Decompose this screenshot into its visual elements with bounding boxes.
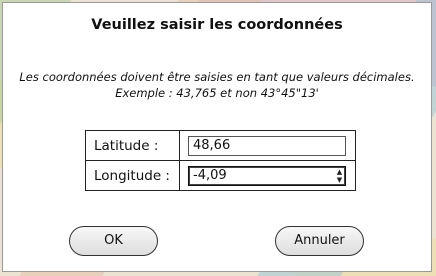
latitude-value: 48,66 [193,137,231,153]
dialog-title: Veuillez saisir les coordonnées [91,17,343,33]
latitude-row: Latitude : 48,66 [85,130,356,161]
longitude-label: Longitude : [85,160,180,191]
longitude-value: -4,09 [193,167,227,183]
coordinates-table: Latitude : 48,66 Longitude : -4,09 ▲ ▼ [85,130,356,191]
dialog-message: Les coordonnées doivent être saisies en … [3,69,431,101]
latitude-input[interactable]: 48,66 [188,135,346,156]
longitude-input[interactable]: -4,09 ▲ ▼ [188,165,346,186]
latitude-label: Latitude : [85,130,180,161]
longitude-row: Longitude : -4,09 ▲ ▼ [85,160,356,191]
ok-button[interactable]: OK [69,226,158,256]
coordinates-dialog: Veuillez saisir les coordonnées Les coor… [2,2,432,272]
spinner-arrows-icon[interactable]: ▲ ▼ [335,168,344,184]
message-line-2: Exemple : 43,765 et non 43°45"13' [115,86,319,100]
message-line-1: Les coordonnées doivent être saisies en … [19,70,415,84]
cancel-button[interactable]: Annuler [275,226,364,256]
